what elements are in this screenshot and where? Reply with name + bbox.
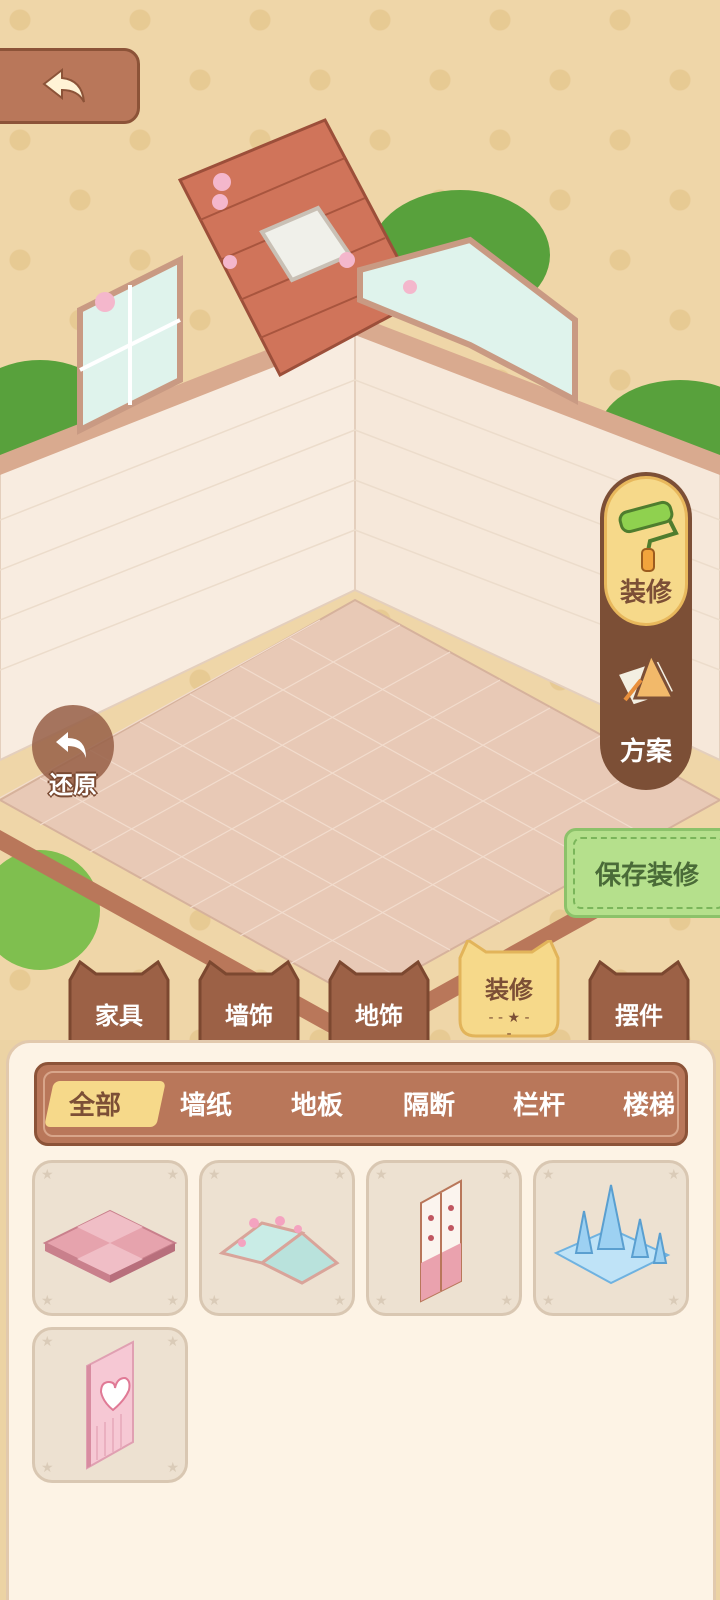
category-label: 地饰 — [355, 1002, 403, 1030]
subtab-flooring[interactable]: 地板 — [291, 1085, 343, 1122]
undo-icon — [56, 732, 86, 758]
category-tab-furniture[interactable]: 家具 — [66, 960, 172, 1050]
restore-button[interactable]: 还原 — [32, 705, 114, 799]
category-label: 墙饰 — [225, 1002, 273, 1030]
back-arrow-icon — [42, 67, 85, 103]
save-label: 保存装修 — [595, 860, 700, 891]
subtab-partition[interactable]: 隔断 — [403, 1085, 455, 1122]
subtab-railing[interactable]: 栏杆 — [513, 1085, 565, 1122]
save-decoration-button[interactable]: 保存装修 — [564, 828, 720, 918]
heart-door-icon — [86, 1340, 134, 1470]
mode-side-panel: 装修 方案 — [600, 472, 692, 790]
subtab-wallpaper[interactable]: 墙纸 — [180, 1085, 232, 1122]
category-label: 摆件 — [615, 1002, 663, 1030]
category-tab-floor-decor[interactable]: 地饰 — [326, 960, 432, 1050]
category-tab-renovation[interactable]: 装修 - - ★ - - — [456, 940, 562, 1042]
pink-floor-tile-icon — [42, 1209, 178, 1283]
active-tab-star-mark: - - ★ - - — [488, 1010, 530, 1042]
category-tab-wall-decor[interactable]: 墙饰 — [196, 960, 302, 1050]
back-button[interactable] — [0, 48, 140, 124]
item-card-greenhouse-roof[interactable]: ★ ★ ★ ★ — [199, 1160, 355, 1316]
plan-button[interactable]: 方案 — [604, 632, 688, 782]
category-label: 装修 — [485, 976, 533, 1004]
restore-label: 还原 — [49, 771, 97, 799]
subtab-stairs[interactable]: 楼梯 — [623, 1085, 675, 1122]
decorate-mode-button[interactable]: 装修 — [604, 476, 688, 626]
floral-partition-icon — [420, 1179, 462, 1303]
subtab-all[interactable]: 全部 — [69, 1085, 121, 1122]
category-label: 家具 — [95, 1002, 143, 1030]
item-card-ice-castle[interactable]: ★ ★ ★ ★ — [533, 1160, 689, 1316]
item-card-floral-partition[interactable]: ★ ★ ★ ★ — [366, 1160, 522, 1316]
subcategory-tab-bar: 全部 墙纸 地板 隔断 栏杆 楼梯 — [34, 1062, 688, 1146]
plan-label: 方案 — [619, 737, 672, 767]
room-scene: 还原 装修 方案 保存装修 — [0, 0, 720, 1040]
blueprint-ruler-icon — [614, 650, 678, 708]
category-tab-ornaments[interactable]: 摆件 — [586, 960, 692, 1050]
greenhouse-roof-icon — [218, 1216, 340, 1285]
decorate-mode-label: 装修 — [619, 578, 672, 608]
paint-roller-icon — [618, 500, 679, 572]
ice-castle-icon — [553, 1184, 671, 1285]
item-card-pink-floor-tile[interactable]: ★ ★ ★ ★ — [32, 1160, 188, 1316]
item-card-heart-door[interactable]: ★ ★ ★ ★ — [32, 1327, 188, 1483]
